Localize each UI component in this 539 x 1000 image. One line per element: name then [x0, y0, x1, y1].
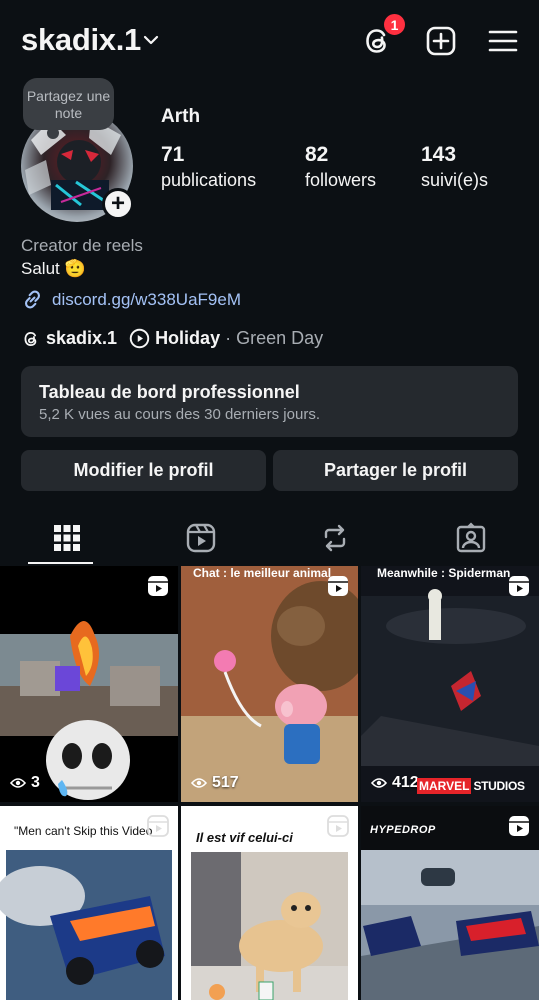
grid-icon[interactable] — [51, 522, 83, 554]
view-count: 517 — [191, 774, 239, 792]
reels-icon — [148, 576, 168, 596]
stat-following[interactable]: 143 suivi(e)s — [421, 143, 488, 191]
view-count-value: 517 — [212, 774, 239, 791]
thumbnail-caption: Meanwhile : Spiderman — [377, 566, 511, 580]
reel-thumbnail[interactable]: "Men can't Skip this Video — [0, 806, 178, 1000]
view-count-value: 3 — [31, 774, 40, 791]
stat-posts-value: 71 — [161, 143, 185, 166]
profile-tabs — [0, 510, 539, 566]
reels-icon — [327, 815, 349, 837]
edit-profile-button[interactable]: Modifier le profil — [21, 450, 266, 491]
music-artist: · Green Day — [225, 328, 324, 348]
chevron-down-icon[interactable] — [143, 34, 159, 46]
active-tab-indicator — [28, 562, 93, 564]
stat-followers-label: followers — [305, 170, 377, 190]
threads-icon[interactable] — [21, 329, 41, 349]
dashboard-title: Tableau de bord professionnel — [39, 382, 300, 402]
reels-icon — [328, 576, 348, 596]
profile-header: skadix.1 1 — [0, 0, 539, 80]
thumbnail-caption: Chat : le meilleur animal — [193, 566, 332, 580]
stat-following-value: 143 — [421, 143, 457, 166]
link-icon — [25, 290, 40, 309]
profile-category: Creator de reels — [21, 236, 143, 255]
reels-icon[interactable] — [185, 522, 217, 554]
stat-followers-value: 82 — [305, 143, 329, 166]
reel-thumbnail[interactable]: HYPEDROP — [361, 806, 539, 1000]
share-profile-button[interactable]: Partager le profil — [273, 450, 518, 491]
create-icon[interactable] — [424, 24, 458, 58]
thumbnail-image — [0, 621, 178, 800]
professional-dashboard[interactable]: Tableau de bord professionnel 5,2 K vues… — [21, 366, 518, 437]
dashboard-subtitle: 5,2 K vues au cours des 30 derniers jour… — [39, 406, 320, 423]
tagged-icon[interactable] — [455, 522, 487, 554]
stat-following-label: suivi(e)s — [421, 170, 489, 190]
profile-link-text[interactable]: discord.gg/w338UaF9eM — [52, 290, 241, 310]
music-title[interactable]: Holiday — [155, 328, 220, 349]
logo-part-b: STUDIOS — [473, 779, 525, 793]
posts-grid: 3 Chat : le meilleur animal 517 Meanwhil… — [0, 566, 539, 1000]
reels-icon — [147, 815, 169, 837]
username[interactable]: skadix.1 — [21, 22, 141, 58]
thumbnail-image — [181, 566, 358, 802]
stat-followers[interactable]: 82 followers — [305, 143, 376, 191]
thumbnail-caption: HYPEDROP — [370, 824, 436, 836]
threads-handle[interactable]: skadix.1 — [46, 328, 117, 349]
reel-thumbnail[interactable]: Meanwhile : Spiderman 412 MARVEL STUDIOS — [361, 566, 539, 802]
profile-link[interactable]: discord.gg/w338UaF9eM — [21, 288, 241, 311]
threads-music-row: skadix.1 Holiday · Green Day — [21, 328, 323, 349]
note-bubble[interactable]: Partagez une note — [23, 78, 114, 139]
eye-icon — [10, 778, 26, 788]
thumbnail-image — [361, 566, 539, 802]
eye-icon — [191, 778, 207, 788]
reels-icon — [509, 816, 529, 836]
stat-posts-label: publications — [161, 170, 257, 190]
eye-icon — [371, 778, 387, 788]
view-count: 3 — [10, 774, 40, 792]
logo-part-a: MARVEL — [417, 778, 472, 794]
thumbnail-caption: Il est vif celui-ci — [196, 830, 293, 845]
view-count-value: 412 — [392, 774, 419, 791]
marvel-studios-logo: MARVEL STUDIOS — [417, 778, 525, 794]
reels-icon — [509, 576, 529, 596]
display-name: Arth — [161, 106, 201, 127]
profile-bio: Salut 🫡 — [21, 259, 86, 278]
reposts-icon[interactable] — [319, 522, 351, 554]
reel-thumbnail[interactable]: 3 — [0, 566, 178, 802]
reel-thumbnail[interactable]: Il est vif celui-ci — [181, 806, 358, 1000]
reel-thumbnail[interactable]: Chat : le meilleur animal 517 — [181, 566, 358, 802]
add-story-plus-icon[interactable]: + — [102, 188, 134, 220]
play-circle-icon[interactable] — [129, 328, 150, 349]
thumbnail-caption: "Men can't Skip this Video — [14, 824, 153, 838]
view-count: 412 — [371, 774, 419, 792]
stat-posts[interactable]: 71 publications — [161, 143, 256, 191]
menu-icon[interactable] — [486, 24, 520, 58]
notification-badge: 1 — [382, 12, 407, 37]
